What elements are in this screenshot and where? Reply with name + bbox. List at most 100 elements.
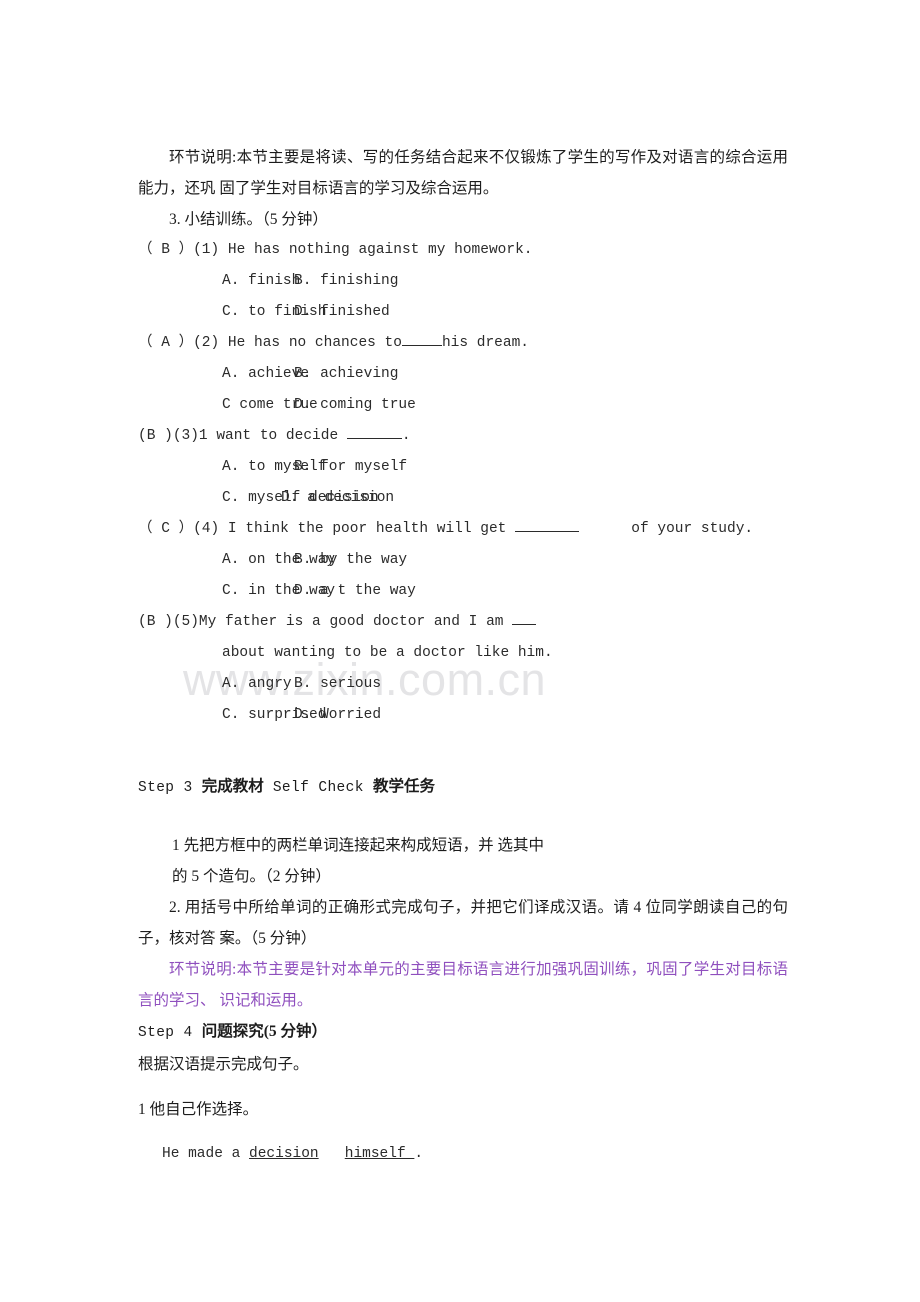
step3-heading-cn-2: 教学任务 xyxy=(372,778,435,795)
mcq-1-text: He has nothing against my homework. xyxy=(219,242,533,258)
mcq-1-option-b-text: finishing xyxy=(320,273,399,289)
spacer-after-step3-heading xyxy=(138,804,788,830)
mcq-4-options-row-2: C. in the way D. a t the way xyxy=(138,576,788,607)
mcq-1-option-c[interactable]: C. to finish xyxy=(138,297,326,328)
mcq-3-option-b[interactable]: B. for myself xyxy=(294,452,407,483)
mcq-5-option-a-text: angry xyxy=(248,676,292,692)
mcq-3-option-d[interactable]: D. a decision xyxy=(281,483,394,514)
mcq-4-option-b[interactable]: B. by the way xyxy=(294,545,407,576)
mcq-3-options-row-2: C. myself decision D. a decision xyxy=(138,483,788,514)
mcq-4-option-d[interactable]: D. a t the way xyxy=(294,576,416,607)
mcq-1-stem: （ B ）(1) He has nothing against my homew… xyxy=(138,235,788,266)
mcq-5-option-a[interactable]: A. angry xyxy=(138,669,294,700)
mcq-4-option-b-label: B. xyxy=(294,552,312,568)
mcq-item-1: （ B ）(1) He has nothing against my homew… xyxy=(138,235,788,328)
mcq-4-answer: （ C ） xyxy=(138,521,194,537)
mcq-item-2: （ A ）(2) He has no chances to his dream. … xyxy=(138,328,788,421)
mcq-2-answer: （ A ） xyxy=(138,335,194,351)
mcq-2-option-d[interactable]: D. coming true xyxy=(294,390,416,421)
mcq-4-stem: （ C ）(4) I think the poor health will ge… xyxy=(138,514,788,545)
mcq-4-text-before: I think the poor health will get xyxy=(219,521,516,537)
mcq-5-option-c[interactable]: C. surprised xyxy=(138,700,326,731)
mcq-3-answer: (B ) xyxy=(138,428,173,444)
mcq-1-option-a-label: A. xyxy=(222,273,240,289)
mcq-3-option-c-label: C. xyxy=(222,490,240,506)
mcq-2-option-b[interactable]: B. achieving xyxy=(294,359,398,390)
step4-item1-gap xyxy=(319,1146,345,1162)
mcq-5-blank[interactable] xyxy=(512,624,537,625)
mcq-5-option-d[interactable]: D. Worried xyxy=(294,700,381,731)
mcq-5-option-a-label: A. xyxy=(222,676,240,692)
step4-item1-prefix: He made a xyxy=(162,1146,250,1162)
mcq-1-option-a[interactable]: A. finish xyxy=(138,266,300,297)
mcq-5-options-row-2: C. surprised D. Worried xyxy=(138,700,788,731)
mcq-5-stem-continuation: about wanting to be a doctor like him. xyxy=(222,645,553,661)
document-content: 环节说明:本节主要是将读、写的任务结合起来不仅锻炼了学生的写作及对语言的综合运用… xyxy=(138,142,788,1170)
mcq-3-stem: (B )(3)1 want to decide . xyxy=(138,421,788,452)
mcq-3-option-b-label: B. xyxy=(294,459,312,475)
mcq-1-option-a-text: finish xyxy=(248,273,301,289)
mcq-2-option-d-label: D. xyxy=(294,397,312,413)
mcq-2-text-after: his dream. xyxy=(441,335,529,351)
mcq-4-option-c-label: C. xyxy=(222,583,240,599)
mcq-item-4: （ C ）(4) I think the poor health will ge… xyxy=(138,514,788,607)
section-3-title: 3. 小结训练。（5 分钟） xyxy=(169,211,328,228)
mcq-1-options-row-2: C. to finish D. finished xyxy=(138,297,788,328)
step3-heading-mono-2: Self Check xyxy=(263,780,373,796)
step4-heading-cn: 问题探究(5 分钟） xyxy=(201,1023,328,1040)
step3-task2: 2. 用括号中所给单词的正确形式完成句子，并把它们译成汉语。请 4 位同学朗读自… xyxy=(138,899,788,947)
step3-task1-line2: 的 5 个造句。（2 分钟） xyxy=(172,868,331,885)
mcq-4-option-a[interactable]: A. on the way xyxy=(138,545,335,576)
mcq-3-option-c[interactable]: C. myself decision xyxy=(138,483,379,514)
mcq-3-text-after: . xyxy=(401,428,411,444)
document-page: www.zixin.com.cn 环节说明:本节主要是将读、写的任务结合起来不仅… xyxy=(0,0,920,1302)
mcq-3-option-a[interactable]: A. to myself xyxy=(138,452,326,483)
mcq-1-option-d-label: D. xyxy=(294,304,312,320)
mcq-3-option-b-text: for myself xyxy=(320,459,408,475)
step4-item1-answer-blank-1[interactable]: decision xyxy=(249,1146,319,1162)
spacer-before-item1 xyxy=(138,1080,788,1094)
spacer-before-item1-answer xyxy=(138,1125,788,1139)
step3-heading-cn-1: 完成教材 xyxy=(201,778,264,795)
mcq-2-option-d-text: coming true xyxy=(320,397,416,413)
mcq-5-option-b[interactable]: B. serious xyxy=(294,669,381,700)
mcq-3-blank[interactable] xyxy=(346,438,402,439)
step4-item1-answer-blank-2[interactable]: himself xyxy=(345,1146,415,1162)
mcq-5-option-d-label: D. xyxy=(294,707,312,723)
mcq-2-option-c-label: C xyxy=(222,397,231,413)
mcq-5-number: (5) xyxy=(172,614,199,630)
step4-heading: Step 4 问题探究(5 分钟） xyxy=(138,1016,788,1049)
mcq-2-option-c[interactable]: C come true xyxy=(138,390,318,421)
mcq-4-option-d-text: a t the way xyxy=(320,583,416,599)
spacer-before-step3 xyxy=(138,731,788,771)
mcq-2-blank[interactable] xyxy=(401,345,442,346)
mcq-2-option-b-label: B. xyxy=(294,366,312,382)
mcq-1-option-d-text: finished xyxy=(320,304,390,320)
step3-note: 环节说明:本节主要是针对本单元的主要目标语言进行加强巩固训练，巩固了学生对目标语… xyxy=(138,961,788,1009)
mcq-2-text-before: He has no chances to xyxy=(219,335,402,351)
step3-task1-line1: 1 先把方框中的两栏单词连接起来构成短语，并 选其中 xyxy=(172,837,545,854)
mcq-1-option-d[interactable]: D. finished xyxy=(294,297,390,328)
mcq-2-option-a[interactable]: A. achieve xyxy=(138,359,309,390)
step4-item1-suffix: . xyxy=(414,1146,424,1162)
mcq-4-options-row-1: A. on the way B. by the way xyxy=(138,545,788,576)
mcq-4-option-c[interactable]: C. in the way xyxy=(138,576,335,607)
mcq-2-number: (2) xyxy=(193,335,220,351)
step4-item1-cn: 1 他自己作选择。 xyxy=(138,1101,259,1118)
mcq-2-option-b-text: achieving xyxy=(320,366,399,382)
mcq-3-option-d-label: D. xyxy=(281,490,299,506)
mcq-5-option-c-label: C. xyxy=(222,707,240,723)
step3-heading-mono-1: Step 3 xyxy=(138,780,202,796)
mcq-5-stem: (B )(5)My father is a good doctor and I … xyxy=(138,607,788,638)
mcq-3-number: (3) xyxy=(172,428,199,444)
mcq-4-number: (4) xyxy=(193,521,220,537)
intro-note-paragraph: 环节说明:本节主要是将读、写的任务结合起来不仅锻炼了学生的写作及对语言的综合运用… xyxy=(138,149,788,197)
mcq-4-blank[interactable] xyxy=(515,531,580,532)
mcq-4-text-after: of your study. xyxy=(579,521,754,537)
mcq-5-options-row-1: A. angry B. serious xyxy=(138,669,788,700)
mcq-3-options-row-1: A. to myself B. for myself xyxy=(138,452,788,483)
mcq-1-option-b[interactable]: B. finishing xyxy=(294,266,398,297)
step4-item1-answer: He made a decision himself . xyxy=(138,1139,788,1170)
mcq-5-text-before: My father is a good doctor and I am xyxy=(198,614,513,630)
mcq-item-3: (B )(3)1 want to decide . A. to myself B… xyxy=(138,421,788,514)
